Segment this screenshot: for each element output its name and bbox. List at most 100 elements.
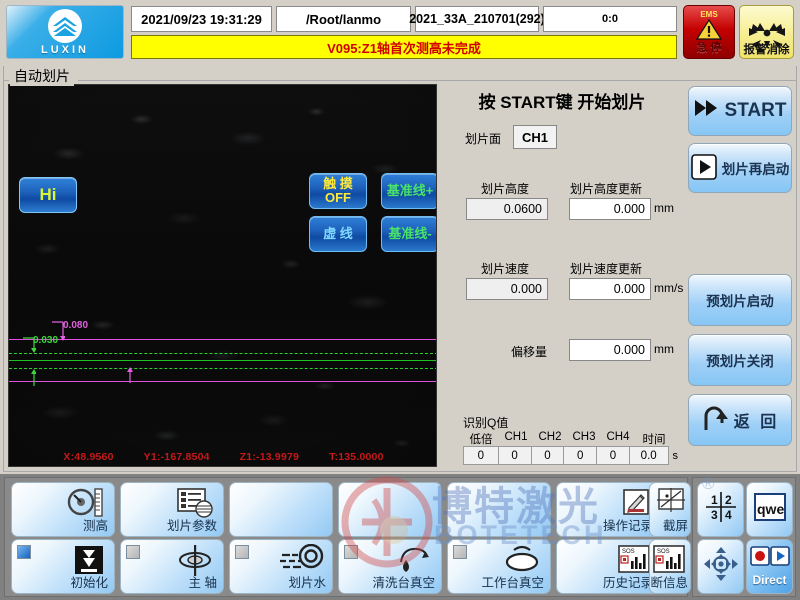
toolbar-spindle-button[interactable]: 主 轴: [120, 539, 224, 594]
touch-label-line1: 触 摸: [323, 176, 353, 191]
svg-text:4: 4: [725, 508, 732, 522]
dashed-line-button[interactable]: 虚 线: [309, 216, 367, 252]
recipe-path-display[interactable]: /Root/lanmo: [276, 6, 411, 32]
camera-view[interactable]: 0.080 0.030 Hi 触 摸 OFF 虚 线 基准线+ 基准线- X:4…: [8, 84, 437, 467]
toolbar-dice-water-button[interactable]: 划片水: [229, 539, 333, 594]
svg-text:1: 1: [711, 493, 718, 507]
toolbar-clean-table-vacuum-label: 清洗台真空: [372, 576, 435, 590]
qvalue-header-4: CH4: [606, 431, 630, 443]
uturn-arrow-icon: [701, 403, 729, 438]
coord-t: T:135.0000: [329, 451, 384, 463]
toolbar-initialize-button[interactable]: 初始化: [11, 539, 115, 594]
pre-dice-start-button[interactable]: 预划片启动: [688, 274, 792, 326]
qvalue-value-row: 0 0 0 0 0 0.0 s: [463, 446, 678, 465]
initialize-status-indicator: [17, 545, 31, 559]
toolbar-history-log-button[interactable]: SOS 历史记录: [556, 539, 660, 594]
toolbar-height-measure-button[interactable]: 测高: [11, 482, 115, 537]
qvalue-cell-0: 0: [463, 446, 499, 465]
warning-triangle-icon: [695, 18, 723, 45]
dice-height-unit: mm: [654, 201, 674, 215]
hi-magnification-button[interactable]: Hi: [19, 177, 77, 213]
play-box-icon: [690, 153, 717, 183]
dice-speed-unit: mm/s: [654, 281, 684, 295]
toolbar-blank-2[interactable]: [338, 482, 442, 537]
qvalue-cell-1: 0: [497, 446, 532, 465]
svg-text:SOS: SOS: [657, 549, 670, 555]
qvalue-cell-4: 0: [596, 446, 630, 465]
measure-label-green: 0.030: [33, 335, 59, 346]
touch-toggle-button[interactable]: 触 摸 OFF: [309, 173, 367, 209]
offset-input[interactable]: 0.000: [569, 339, 651, 361]
axis-coordinates: X:48.9560 Y1:-167.8504 Z1:-13.9979 T:135…: [9, 451, 436, 463]
pre-dice-stop-button[interactable]: 预划片关闭: [688, 334, 792, 386]
toolbar-spindle-label: 主 轴: [188, 576, 217, 590]
offset-label: 偏移量: [511, 345, 548, 359]
dice-height-update-input[interactable]: 0.000: [569, 198, 651, 220]
dice-height-label: 划片高度: [481, 182, 530, 196]
recipe-name-display[interactable]: 2021_33A_210701(292): [409, 6, 545, 32]
toolbar-diagnostic-info-button[interactable]: SOS 诊断信息: [649, 539, 691, 594]
toolbar-operation-log-button[interactable]: 操作记录: [556, 482, 660, 537]
header-bar: LUXIN 2021/09/23 19:31:29 /Root/lanmo 20…: [0, 0, 800, 64]
toolbar-height-measure-label: 测高: [82, 519, 108, 533]
toolbar-blank-1[interactable]: [229, 482, 333, 537]
toolbar-work-table-vacuum-button[interactable]: 工作台真空: [447, 539, 551, 594]
toolbar-initialize-label: 初始化: [70, 576, 108, 590]
dice-restart-button[interactable]: 划片再启动: [688, 143, 792, 193]
back-label: 返 回: [733, 414, 780, 431]
virtual-keyboard-button[interactable]: qwe: [746, 482, 793, 537]
qvalue-header-3: CH3: [572, 431, 596, 443]
dice-speed-label: 划片速度: [481, 262, 530, 276]
toolbar-main-group: 测高 划片参数 操作记录 截屏 初始化 主 轴 划片水 清洗台真空 工作台真空 …: [4, 477, 691, 597]
emergency-stop-button[interactable]: EMS 急 停: [683, 5, 735, 59]
start-button[interactable]: START: [688, 86, 792, 136]
toolbar-work-table-vacuum-label: 工作台真空: [481, 576, 544, 590]
toolbar-screenshot-label: 截屏: [662, 519, 688, 533]
dashed-label: 虚 线: [323, 226, 353, 241]
action-button-column: START 划片再启动 预划片启动 预划片关闭 返 回: [686, 84, 794, 467]
refline-minus-label: 基准线-: [388, 226, 432, 241]
jog-pad-button[interactable]: [697, 539, 744, 594]
dice-face-value[interactable]: CH1: [513, 125, 557, 149]
measure-label-magenta: 0.080: [63, 320, 89, 331]
alarm-clear-button[interactable]: 报警消除: [739, 5, 794, 59]
direct-mode-button[interactable]: Direct: [746, 539, 793, 594]
spindle-status-indicator: [126, 545, 140, 559]
company-logo: LUXIN: [6, 5, 124, 59]
toolbar-screenshot-button[interactable]: 截屏: [649, 482, 691, 537]
record-play-icon: [749, 546, 790, 571]
svg-text:SOS: SOS: [622, 549, 635, 555]
magenta-measure-tick-bottom-icon: [127, 367, 133, 383]
back-button[interactable]: 返 回: [688, 394, 792, 446]
dice-speed-update-input[interactable]: 0.000: [569, 278, 651, 300]
qvalue-time-unit: s: [672, 449, 679, 462]
dice-height-value: 0.0600: [466, 198, 548, 220]
toolbar-diagnostic-info-label: 诊断信息: [650, 576, 688, 590]
svg-text:3: 3: [711, 508, 718, 522]
work-table-vacuum-status-indicator: [453, 545, 467, 559]
direct-label: Direct: [752, 573, 787, 587]
reference-line-plus-button[interactable]: 基准线+: [381, 173, 436, 209]
ems-cn-label: 急 停: [696, 41, 722, 54]
dice-restart-label: 划片再启动: [721, 162, 790, 177]
qvalue-header-5: 时间: [642, 434, 666, 446]
ems-label: EMS: [700, 9, 718, 19]
reference-line-minus-button[interactable]: 基准线-: [381, 216, 436, 252]
toolbar-dice-parameters-label: 划片参数: [166, 519, 217, 533]
toolbar-blank-3[interactable]: [447, 482, 551, 537]
qvalue-cell-5: 0.0: [628, 446, 669, 465]
dice-water-status-indicator: [235, 545, 249, 559]
quadrant-select-button[interactable]: 1 2 3 4: [697, 482, 744, 537]
green-measure-tick-bottom-icon: [31, 369, 36, 386]
coord-z1: Z1:-13.9979: [239, 451, 300, 463]
toolbar-history-log-label: 历史记录: [602, 576, 653, 590]
qvalue-title: 识别Q值: [463, 416, 509, 430]
qvalue-header-0: 低倍: [469, 434, 493, 446]
toolbar-clean-table-vacuum-button[interactable]: 清洗台真空: [338, 539, 442, 594]
dice-speed-update-label: 划片速度更新: [570, 262, 643, 276]
pre-dice-start-label: 预划片启动: [706, 294, 774, 309]
toolbar-operation-log-label: 操作记录: [602, 519, 653, 533]
toolbar-dice-parameters-button[interactable]: 划片参数: [120, 482, 224, 537]
dice-face-label: 划片面: [465, 132, 502, 146]
dicing-parameters-panel: 按 START键 开始划片 划片面 CH1 划片高度 0.0600 划片高度更新…: [443, 84, 684, 467]
